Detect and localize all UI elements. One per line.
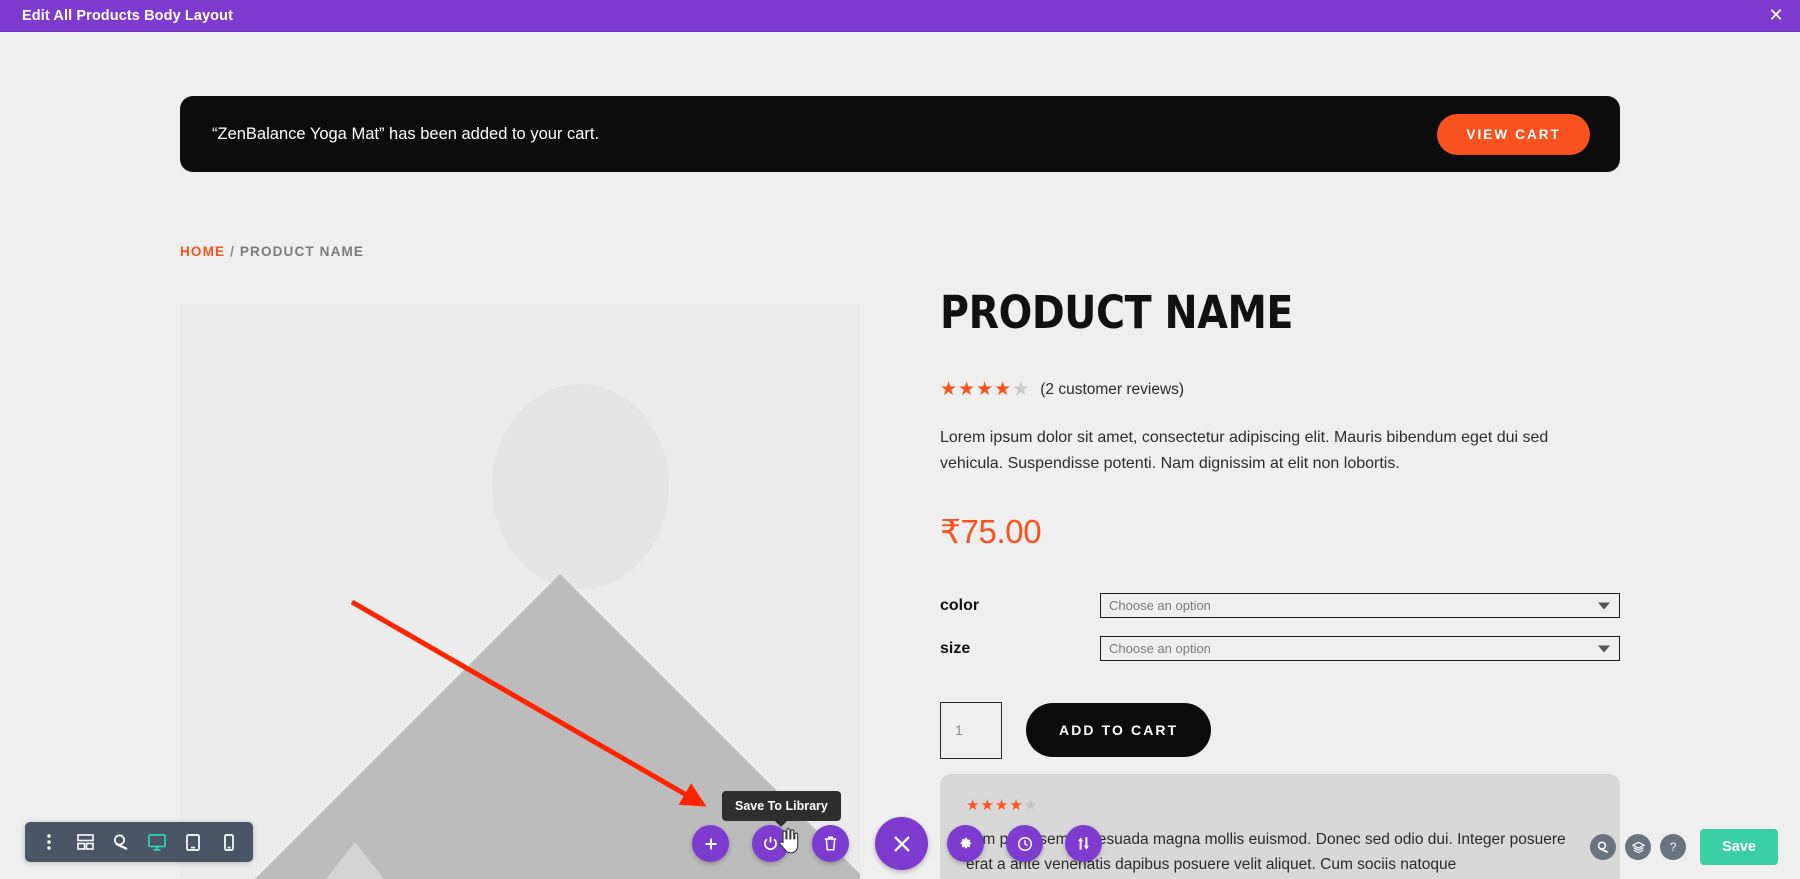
add-section-button[interactable] [692, 825, 729, 862]
cart-notice: “ZenBalance Yoga Mat” has been added to … [180, 96, 1620, 172]
builder-right-tools: ? Save [1590, 829, 1778, 865]
settings-button[interactable] [947, 825, 984, 862]
breadcrumb-current: PRODUCT NAME [239, 244, 365, 259]
wireframe-view-icon[interactable] [67, 822, 103, 862]
quantity-input[interactable] [940, 701, 1002, 759]
product-attributes: color Choose an option size Choose an op… [940, 587, 1620, 668]
help-icon[interactable]: ? [1660, 834, 1687, 860]
color-select-value: Choose an option [1109, 598, 1211, 614]
zoom-icon[interactable] [103, 822, 139, 862]
attribute-row-color: color Choose an option [940, 587, 1620, 625]
add-to-cart-row: ADD TO CART [940, 701, 1620, 759]
breadcrumb-home-link[interactable]: HOME [180, 244, 225, 259]
attribute-row-size: size Choose an option [940, 630, 1620, 668]
cart-notice-message: “ZenBalance Yoga Mat” has been added to … [212, 124, 600, 143]
desktop-view-icon[interactable] [139, 822, 175, 862]
chevron-down-icon [1598, 645, 1610, 653]
save-button[interactable]: Save [1700, 829, 1778, 865]
close-builder-button[interactable] [875, 817, 928, 870]
close-icon[interactable]: ✕ [1752, 0, 1800, 32]
product-rating-row: ★★★★★ (2 customer reviews) [940, 380, 1620, 399]
review-card: ★★★★★ tiam porta sem malesuada magna mol… [940, 774, 1620, 879]
color-select[interactable]: Choose an option [1100, 593, 1620, 619]
review-text: tiam porta sem malesuada magna mollis eu… [966, 831, 1566, 874]
page-title: Edit All Products Body Layout [22, 7, 234, 24]
tablet-view-icon[interactable] [175, 822, 211, 862]
breadcrumb-separator: / [230, 244, 235, 259]
chevron-down-icon [1598, 602, 1610, 610]
review-count-link[interactable]: (2 customer reviews) [1040, 381, 1184, 399]
reorder-button[interactable] [1065, 825, 1102, 862]
history-button[interactable] [1006, 825, 1043, 862]
overflow-menu-icon[interactable] [31, 822, 67, 862]
attribute-label-size: size [940, 639, 971, 657]
save-to-library-button[interactable] [752, 825, 789, 862]
placeholder-sun-shape [492, 384, 669, 589]
breadcrumb: HOME / PRODUCT NAME [180, 244, 364, 259]
page-canvas: “ZenBalance Yoga Mat” has been added to … [0, 32, 1800, 879]
view-cart-button[interactable]: VIEW CART [1437, 113, 1590, 155]
save-to-library-tooltip: Save To Library [722, 791, 841, 821]
layers-icon[interactable] [1625, 834, 1652, 860]
review-star-rating-icon: ★★★★★ [966, 797, 1039, 814]
size-select-value: Choose an option [1109, 641, 1211, 657]
builder-left-toolbar [25, 822, 253, 862]
product-price: ₹75.00 [940, 512, 1042, 550]
attribute-label-color: color [940, 596, 980, 614]
delete-button[interactable] [812, 825, 849, 862]
size-select[interactable]: Choose an option [1100, 636, 1620, 662]
builder-topbar: Edit All Products Body Layout ✕ [0, 0, 1800, 32]
search-icon[interactable] [1590, 834, 1617, 860]
product-description: Lorem ipsum dolor sit amet, consectetur … [940, 429, 1549, 473]
product-title: PRODUCT NAME [940, 286, 1294, 339]
add-to-cart-button[interactable]: ADD TO CART [1026, 703, 1212, 758]
mobile-view-icon[interactable] [211, 822, 247, 862]
product-summary: PRODUCT NAME ★★★★★ (2 customer reviews) … [940, 290, 1620, 759]
star-rating-icon[interactable]: ★★★★★ [940, 380, 1030, 399]
